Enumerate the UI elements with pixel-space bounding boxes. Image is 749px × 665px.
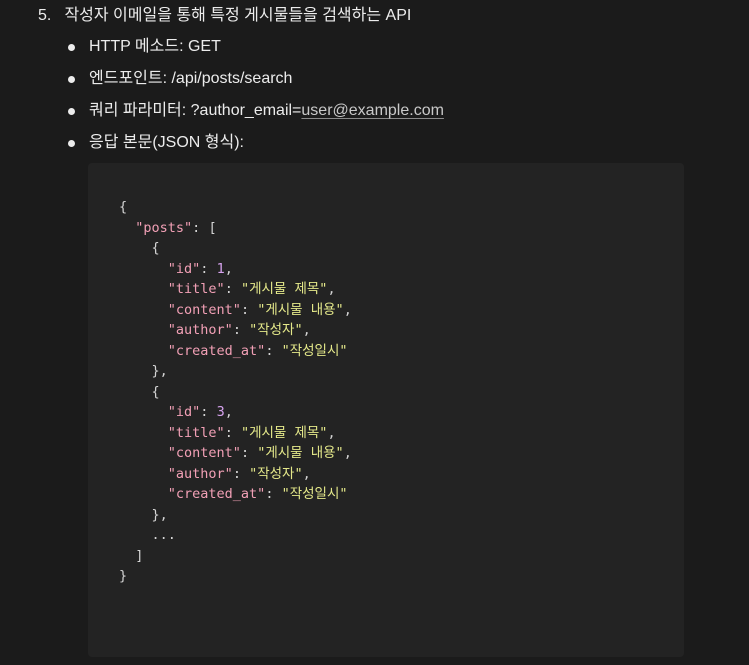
- content-key: "content": [167, 445, 241, 461]
- title-key: "title": [167, 281, 225, 297]
- bullet-dot-icon: [68, 140, 75, 147]
- author-value: "작성자": [249, 465, 303, 482]
- bullet-dot-icon: [68, 108, 75, 115]
- id-value: 1: [216, 260, 225, 277]
- created-at-key: "created_at": [167, 342, 266, 359]
- section-heading: 5. 작성자 이메일을 통해 특정 게시물들을 검색하는 API: [38, 5, 411, 27]
- item-open-brace: {: [151, 240, 160, 256]
- open-brace: {: [119, 199, 128, 215]
- code-line: "author": "작성자",: [167, 322, 311, 338]
- ellipsis: ...: [151, 527, 176, 543]
- code-line: }: [119, 566, 352, 587]
- title-value: "게시물 제목": [240, 424, 328, 441]
- code-line: "created_at": "작성일시": [167, 342, 348, 359]
- id-value: 3: [216, 404, 225, 420]
- author-key: "author": [167, 322, 233, 338]
- open-bracket: [: [208, 219, 217, 236]
- code-line: "id": 1,: [167, 260, 233, 277]
- created-at-value: "작성일시": [281, 342, 348, 359]
- code-line: "author": "작성자",: [167, 465, 311, 482]
- code-line: "content": "게시물 내용",: [167, 301, 352, 318]
- code-line: {: [119, 238, 352, 259]
- code-line: ]: [119, 546, 352, 567]
- code-line: "title": "게시물 제목",: [167, 281, 336, 297]
- json-code-block[interactable]: { "posts": [ { "id": 1, "title": "게시물 제목…: [88, 163, 684, 657]
- item-close-brace: }: [151, 506, 160, 523]
- code-line: "posts": [: [135, 219, 217, 236]
- code-line: },: [151, 363, 168, 379]
- json-code: { "posts": [ { "id": 1, "title": "게시물 제목…: [119, 197, 352, 587]
- code-line: "created_at": "작성일시": [167, 486, 348, 502]
- code-line: },: [151, 506, 168, 523]
- close-bracket: ]: [135, 547, 144, 564]
- code-line: {: [119, 197, 352, 218]
- code-line: "title": "게시물 제목",: [167, 424, 336, 441]
- section-number: 5.: [38, 7, 52, 24]
- created-at-value: "작성일시": [281, 486, 348, 502]
- author-key: "author": [167, 465, 233, 482]
- item-open-brace: {: [151, 383, 160, 400]
- content-key: "content": [167, 301, 241, 318]
- code-line: {: [119, 382, 352, 403]
- section-title: 작성자 이메일을 통해 특정 게시물들을 검색하는 API: [64, 7, 412, 24]
- endpoint-text: 엔드포인트: /api/posts/search: [89, 70, 293, 87]
- title-value: "게시물 제목": [240, 281, 328, 297]
- id-key: "id": [167, 260, 201, 277]
- method-text: HTTP 메소드: GET: [89, 38, 221, 55]
- code-line: ...: [119, 525, 352, 546]
- response-body-text: 응답 본문(JSON 형식):: [89, 134, 244, 151]
- content-value: "게시물 내용": [257, 301, 344, 318]
- email-link[interactable]: user@example.com: [301, 102, 444, 119]
- query-params-text: 쿼리 파라미터: ?author_email=user@example.com: [89, 100, 444, 122]
- close-brace: }: [119, 568, 128, 584]
- bullet-dot-icon: [68, 76, 75, 83]
- id-key: "id": [167, 404, 201, 420]
- posts-key: "posts": [135, 219, 193, 236]
- title-key: "title": [167, 424, 225, 441]
- created-at-key: "created_at": [167, 486, 266, 502]
- content-value: "게시물 내용": [257, 445, 344, 461]
- author-value: "작성자": [249, 322, 303, 338]
- query-params-label: 쿼리 파라미터: ?author_email=: [89, 102, 302, 119]
- code-line: "content": "게시물 내용",: [167, 445, 352, 461]
- bullet-dot-icon: [68, 44, 75, 51]
- code-line: "id": 3,: [167, 404, 233, 420]
- item-close-brace: }: [151, 363, 160, 379]
